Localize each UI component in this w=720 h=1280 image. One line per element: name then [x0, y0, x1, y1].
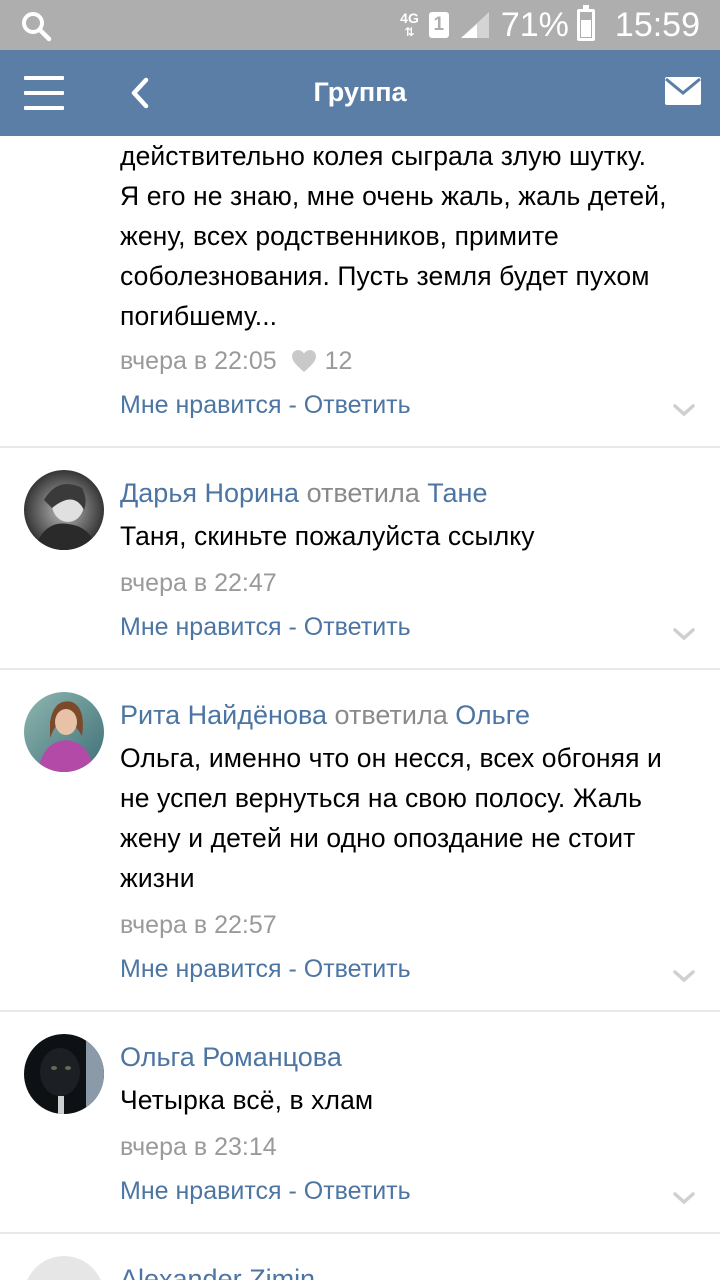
comments-feed[interactable]: действительно колея сыграла злую шутку. …	[0, 136, 720, 1280]
comment-actions: Мне нравится - Ответить	[120, 952, 700, 986]
page-title: Группа	[313, 77, 407, 107]
comment-text: Ольга, именно что он несся, всех обгоняя…	[120, 743, 662, 893]
reply-button[interactable]: Ответить	[304, 1177, 411, 1205]
comment-header: Alexander Zimin	[120, 1260, 700, 1280]
heart-icon	[291, 350, 316, 372]
comment-text: Таня, скиньте пожалуйста ссылку	[120, 521, 535, 551]
reply-button[interactable]: Ответить	[304, 955, 411, 983]
comment-text: Четырка всё, в хлам	[120, 1085, 374, 1115]
like-button[interactable]: Мне нравится	[120, 391, 282, 419]
comment-header: Дарья Норина ответила Тане	[120, 474, 700, 512]
chevron-down-icon[interactable]	[672, 402, 696, 418]
comment-time: вчера в 22:57	[120, 911, 277, 939]
like-button[interactable]: Мне нравится	[120, 1177, 282, 1205]
comment-item: Дарья Норина ответила Тане Таня, скиньте…	[0, 448, 720, 670]
chevron-down-icon[interactable]	[672, 1190, 696, 1206]
comment-item: Рита Найдёнова ответила Ольге Ольга, име…	[0, 670, 720, 1012]
signal-icon	[460, 12, 489, 38]
avatar[interactable]	[24, 1256, 104, 1280]
comment-header: Рита Найдёнова ответила Ольге	[120, 696, 700, 734]
comment-time: вчера в 22:47	[120, 569, 277, 597]
avatar[interactable]	[24, 1034, 104, 1114]
reply-button[interactable]: Ответить	[304, 391, 411, 419]
chevron-down-icon[interactable]	[672, 968, 696, 984]
like-button[interactable]: Мне нравится	[120, 613, 282, 641]
likes-count: 12	[324, 347, 353, 375]
comment-meta: вчера в 22:05 12	[120, 344, 700, 378]
actions-separator: -	[281, 613, 304, 641]
actions-separator: -	[281, 391, 304, 419]
comment-time: вчера в 23:14	[120, 1133, 277, 1161]
sim-indicator: 1	[428, 12, 449, 38]
actions-separator: -	[281, 1177, 304, 1205]
comment-actions: Мне нравится - Ответить	[120, 1174, 700, 1208]
comment-header: Ольга Романцова	[120, 1038, 700, 1076]
avatar[interactable]	[24, 470, 104, 550]
comment-meta: вчера в 22:57	[120, 908, 700, 942]
chevron-down-icon[interactable]	[672, 626, 696, 642]
mail-icon[interactable]	[664, 76, 702, 106]
clock: 15:59	[614, 5, 700, 44]
network-type: 4G ⇅	[400, 9, 419, 39]
comment-time: вчера в 22:05	[120, 347, 277, 375]
comment-text: действительно колея сыграла злую шутку. …	[120, 141, 667, 331]
replied-label: ответила	[334, 700, 448, 730]
comment-actions: Мне нравится - Ответить	[120, 610, 700, 644]
reply-button[interactable]: Ответить	[304, 613, 411, 641]
comment-meta: вчера в 23:14	[120, 1130, 700, 1164]
battery-icon	[576, 5, 595, 41]
comment-actions: Мне нравится - Ответить	[120, 388, 700, 422]
author-name[interactable]: Ольга Романцова	[120, 1042, 342, 1072]
author-name[interactable]: Дарья Норина	[120, 478, 299, 508]
comment-item: Alexander Zimin	[0, 1234, 720, 1280]
search-icon[interactable]	[20, 10, 52, 42]
status-bar: 4G ⇅ 1 71% 15:59	[0, 0, 720, 50]
comment-meta: вчера в 22:47	[120, 566, 700, 600]
like-button[interactable]: Мне нравится	[120, 955, 282, 983]
comment-item: Ольга Романцова Четырка всё, в хлам вчер…	[0, 1012, 720, 1234]
actions-separator: -	[281, 955, 304, 983]
avatar[interactable]	[24, 692, 104, 772]
app-bar: Группа	[0, 50, 720, 136]
reply-to-name[interactable]: Ольге	[455, 700, 530, 730]
battery-percent: 71%	[500, 5, 569, 44]
comment-item: действительно колея сыграла злую шутку. …	[0, 136, 720, 448]
reply-to-name[interactable]: Тане	[427, 478, 487, 508]
replied-label: ответила	[306, 478, 420, 508]
author-name[interactable]: Рита Найдёнова	[120, 700, 327, 730]
author-name[interactable]: Alexander Zimin	[120, 1264, 315, 1280]
